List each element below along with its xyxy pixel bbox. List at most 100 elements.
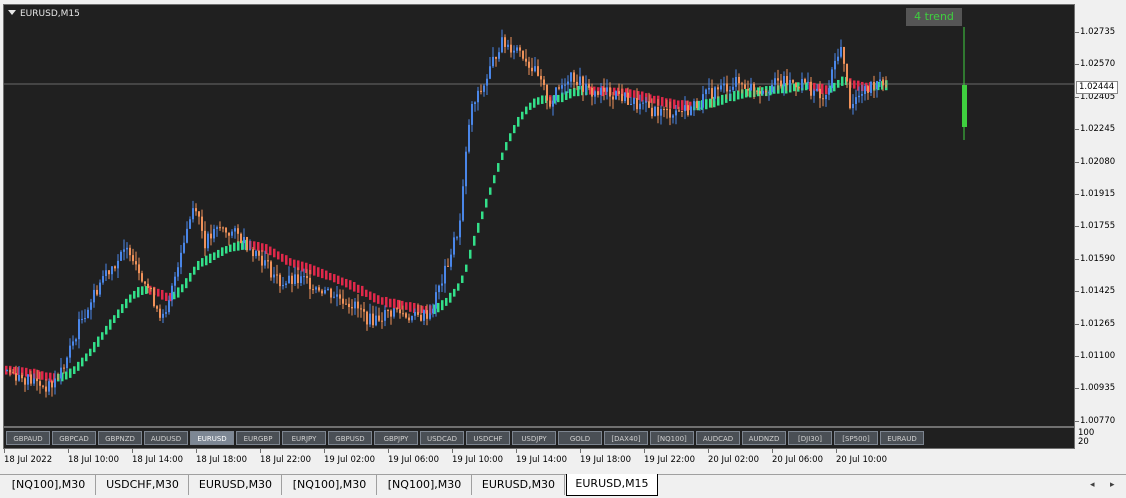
trend-bar [501,152,504,160]
trend-bar [541,95,544,104]
candle-body [552,100,554,107]
symbol-button-audcad[interactable]: AUDCAD [696,431,740,445]
candle-body [645,101,647,103]
trend-bar [473,235,476,246]
symbol-button-gold[interactable]: GOLD [558,431,602,445]
candle-body [678,110,680,112]
candle-body [867,86,869,93]
time-label: 18 Jul 2022 [4,455,53,465]
symbol-button-eurgbp[interactable]: EURGBP [236,431,280,445]
candle-body [468,124,470,152]
trend-bar [445,297,448,306]
trend-bar [477,222,480,233]
time-label: 20 Jul 06:00 [772,455,823,465]
price-tick [1075,32,1079,33]
candle-body [297,274,299,284]
trend-bar [201,258,204,267]
symbol-button-gbpcad[interactable]: GBPCAD [52,431,96,445]
trend-bar [393,298,396,309]
symbol-button-dax40[interactable]: [DAX40] [604,431,648,445]
candle-body [438,285,440,293]
symbol-button-nq100[interactable]: [NQ100] [650,431,694,445]
candle-body [456,237,458,239]
candle-body [567,81,569,85]
chart-tab[interactable]: EURUSD,M30 [190,475,282,495]
dropdown-triangle-icon[interactable] [8,10,16,15]
candle-body [651,107,653,117]
candle-body [540,75,542,80]
symbol-button-gbpjpy[interactable]: GBPJPY [374,431,418,445]
price-tick [1075,64,1079,66]
trend-bar [497,163,500,172]
symbol-button-dji30[interactable]: [DJI30] [788,431,832,445]
candle-body [279,274,281,287]
candle-body [870,81,872,93]
symbol-button-eurusd[interactable]: EURUSD [190,431,234,445]
candle-body [597,91,599,95]
candle-body [216,227,218,229]
trend-bar [681,100,684,111]
chart-tab[interactable]: EURUSD,M15 [566,474,658,496]
candle-body [57,378,59,380]
trend-bar [525,106,528,115]
candle-body [744,84,746,89]
trend-bar [93,342,96,353]
candle-body [711,88,713,99]
trend-bar [529,102,532,110]
symbol-button-gbpaud[interactable]: GBPAUD [6,431,50,445]
tab-scroll-left-icon[interactable]: ◂ [1090,480,1095,490]
symbol-button-eurjpy[interactable]: EURJPY [282,431,326,445]
candle-body [816,88,818,91]
candle-body [39,381,41,386]
price-chart-area[interactable]: EURUSD,M15 4 trend [3,4,1075,427]
candle-body [417,312,419,315]
candle-body [273,274,275,278]
candle-body [390,310,392,317]
symbol-button-audusd[interactable]: AUDUSD [144,431,188,445]
candle-body [24,378,26,385]
trend-bar [125,298,128,309]
chart-canvas[interactable] [4,5,1075,427]
candle-body [648,101,650,108]
candle-body [522,50,524,59]
symbol-button-sp500[interactable]: [SP500] [834,431,878,445]
price-tick [1075,161,1079,163]
time-axis[interactable]: 18 Jul 2022 18 Jul 10:00 18 Jul 14:00 18 Ju… [3,449,1075,473]
candle-body [675,110,677,116]
symbol-button-usdjpy[interactable]: USDJPY [512,431,556,445]
chart-tab[interactable]: [NQ100],M30 [2,475,96,495]
candle-body [450,254,452,267]
chart-tab[interactable]: [NQ100],M30 [283,475,377,495]
symbol-button-gbpnzd[interactable]: GBPNZD [98,431,142,445]
candle-body [441,283,443,286]
tab-scroll-right-icon[interactable]: ▸ [1110,480,1115,490]
candle-body [420,314,422,321]
candle-body [333,296,335,298]
symbol-button-gbpusd[interactable]: GBPUSD [328,431,372,445]
symbol-button-usdcad[interactable]: USDCAD [420,431,464,445]
candle-body [546,84,548,101]
chart-tab[interactable]: [NQ100],M30 [378,475,472,495]
trend-bar [489,187,492,195]
candle-body [873,81,875,90]
trend-bar [365,289,368,297]
candle-body [786,76,788,86]
chart-window[interactable]: EURUSD,M15 4 trend 1.02735 1.02570 1.02405… [0,0,1126,474]
symbol-button-audnzd[interactable]: AUDNZD [742,431,786,445]
candle-body [165,312,167,314]
trend-bar [573,87,576,97]
candle-body [732,86,734,90]
chart-tab[interactable]: EURUSD,M30 [473,475,565,495]
time-tick [644,449,645,453]
candle-body [180,252,182,268]
chart-tab[interactable]: USDCHF,M30 [97,475,189,495]
price-scale[interactable]: 1.02735 1.02570 1.02405 1.02245 1.02080 1.019… [1075,4,1126,427]
symbol-button-usdchf[interactable]: USDCHF [466,431,510,445]
candle-body [885,85,887,87]
candle-body [537,66,539,76]
trend-bar [653,95,656,104]
symbol-button-euraud[interactable]: EURAUD [880,431,924,445]
trend-bar [381,297,384,305]
candle-body [288,275,290,284]
candle-body [72,341,74,346]
